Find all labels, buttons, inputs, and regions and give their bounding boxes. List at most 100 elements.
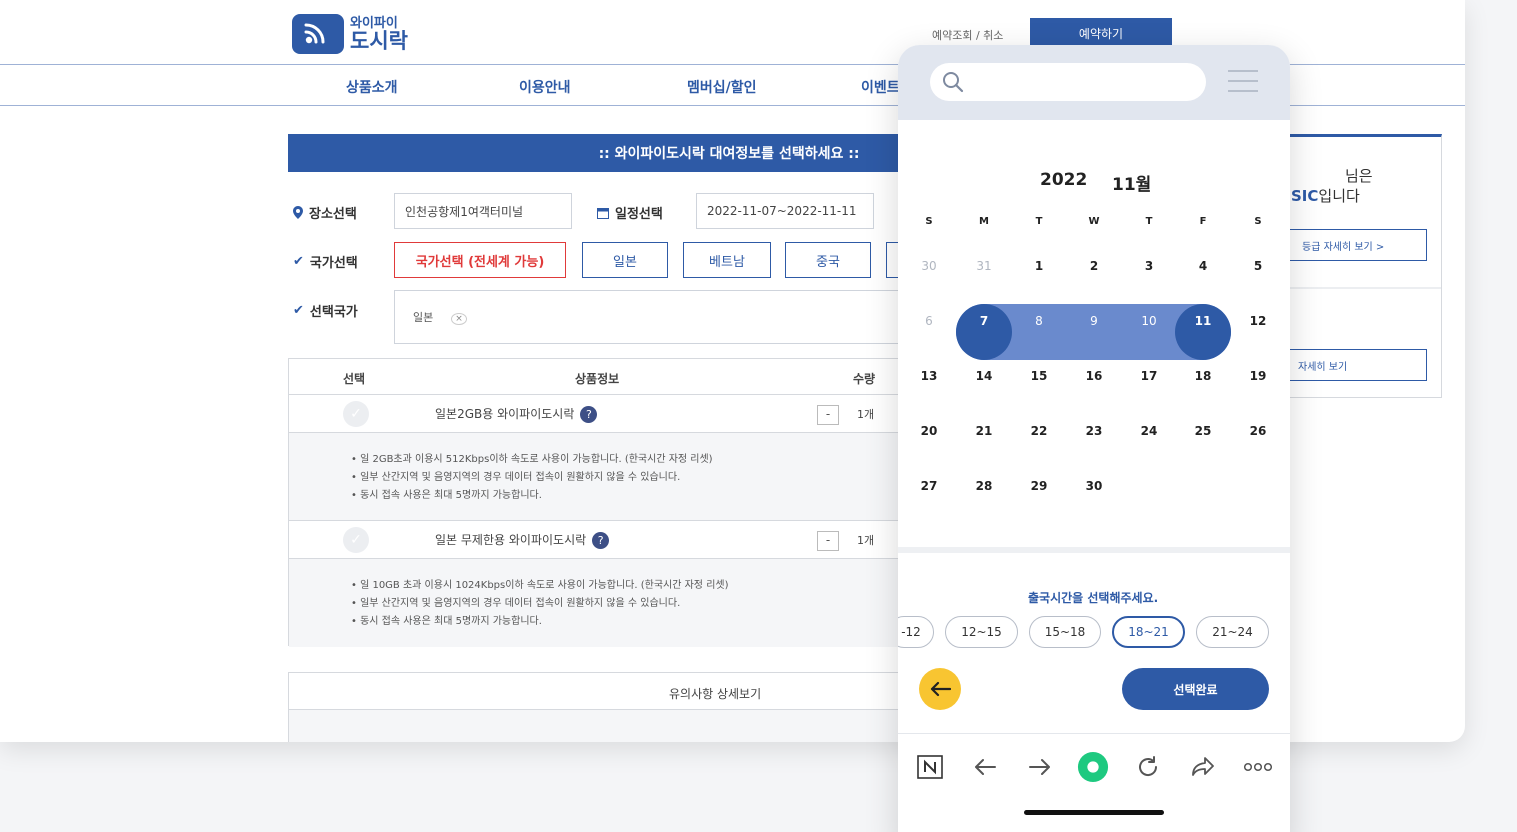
country-button-japan[interactable]: 일본 (582, 242, 668, 278)
naver-icon[interactable] (914, 751, 946, 783)
back-icon[interactable] (969, 751, 1001, 783)
description-line: • 동시 접속 사용은 최대 5명까지 가능합니다. (351, 490, 542, 501)
back-arrow-button[interactable] (919, 668, 961, 710)
share-icon[interactable] (1187, 751, 1219, 783)
search-icon (943, 72, 964, 93)
product-description: • 일 10GB 초과 이용시 1024Kbps이하 속도로 사용이 가능합니다… (289, 559, 901, 647)
logo-text-line1: 와이파이 (350, 15, 398, 31)
member-panel: 님은 SIC입니다 등급 자세히 보기 > 자세히 보기 (1276, 134, 1442, 398)
country-button-worldwide[interactable]: 국가선택 (전세계 가능) (394, 242, 566, 278)
departure-time-prompt: 출국시간을 선택해주세요. (1028, 591, 1159, 605)
selected-country-label: 선택국가 (309, 305, 358, 320)
calendar-day[interactable]: 1 (1019, 254, 1059, 278)
calendar-day[interactable]: 13 (909, 364, 949, 388)
calendar-day[interactable]: 20 (909, 419, 949, 443)
product-name: 일본 무제한용 와이파이도시락 (435, 533, 587, 547)
time-slot[interactable]: 12~15 (945, 616, 1018, 648)
description-line: • 일부 산간지역 및 음영지역의 경우 데이터 접속이 원활하지 않을 수 있… (351, 472, 681, 483)
select-check-icon[interactable]: ✓ (343, 401, 369, 427)
home-indicator (1024, 810, 1164, 815)
calendar-day-selected[interactable]: 11 (1183, 309, 1223, 333)
date-range-field[interactable]: 2022-11-07~2022-11-11 (696, 193, 874, 229)
time-slot[interactable]: -12 (898, 616, 934, 648)
help-icon[interactable]: ? (592, 532, 610, 549)
quantity-decrease-button[interactable]: - (817, 405, 839, 425)
calendar-day[interactable]: 25 (1183, 419, 1223, 443)
calendar-day[interactable]: 16 (1074, 364, 1114, 388)
forward-icon[interactable] (1024, 751, 1056, 783)
calendar-day-selected[interactable]: 7 (964, 309, 1004, 333)
calendar-day[interactable]: 14 (964, 364, 1004, 388)
time-slot[interactable]: 15~18 (1029, 616, 1101, 648)
mobile-phone: 2022 11월 30 31 1 2 3 4 5 6 7 8 9 10 11 12 13 14 15 16 17 18… (898, 45, 1290, 832)
calendar-day[interactable]: 23 (1074, 419, 1114, 443)
select-check-icon[interactable]: ✓ (343, 527, 369, 553)
calendar-day[interactable]: 31 (964, 254, 1004, 278)
calendar-day[interactable]: 24 (1129, 419, 1169, 443)
country-button-china[interactable]: 중국 (785, 242, 871, 278)
calendar-day[interactable]: 15 (1019, 364, 1059, 388)
reserve-button[interactable]: 예약하기 (1030, 18, 1172, 48)
quantity-decrease-button[interactable]: - (817, 531, 839, 551)
calendar-day-selected[interactable]: 9 (1074, 309, 1114, 333)
weekday-label: W (1088, 216, 1100, 227)
chip-label: 일본 (413, 311, 434, 324)
description-line: • 일 2GB초과 이용시 512Kbps이하 속도로 사용이 가능합니다. (… (351, 454, 713, 465)
place-label: 장소선택 (309, 207, 357, 222)
wifi-logo-icon (292, 14, 344, 54)
calendar-day[interactable]: 28 (964, 474, 1004, 498)
place-label-group: 장소선택 (293, 203, 357, 222)
place-select[interactable]: 인천공항제1여객터미널 (394, 193, 572, 229)
member-grade: SIC입니다 (1291, 187, 1360, 205)
time-slot[interactable]: 21~24 (1196, 616, 1269, 648)
country-button-vietnam[interactable]: 베트남 (683, 242, 771, 278)
chip-remove-icon[interactable]: × (451, 313, 467, 325)
calendar-day[interactable]: 5 (1238, 254, 1278, 278)
calendar-day[interactable]: 3 (1129, 254, 1169, 278)
check-icon: ✔ (293, 254, 304, 269)
arrow-left-icon (930, 681, 951, 697)
calendar-day[interactable]: 19 (1238, 364, 1278, 388)
reservation-lookup-link[interactable]: 예약조회 / 취소 (932, 27, 1003, 43)
calendar-day-selected[interactable]: 10 (1129, 309, 1169, 333)
calendar-day[interactable]: 18 (1183, 364, 1223, 388)
calendar-day[interactable]: 2 (1074, 254, 1114, 278)
nav-item-membership[interactable]: 멤버십/할인 (687, 77, 757, 97)
site-logo[interactable]: 와이파이 도시락 (292, 14, 408, 54)
grade-detail-button[interactable]: 등급 자세히 보기 > (1283, 229, 1427, 261)
calendar-day[interactable]: 4 (1183, 254, 1223, 278)
selection-complete-button[interactable]: 선택완료 (1122, 668, 1269, 710)
calendar-day[interactable]: 12 (1238, 309, 1278, 333)
help-icon[interactable]: ? (580, 406, 598, 423)
selected-country-box: 일본 × (394, 290, 900, 344)
nav-item-event[interactable]: 이벤트 (861, 77, 900, 97)
reload-icon[interactable] (1132, 751, 1164, 783)
selected-country-label-group: ✔ 선택국가 (293, 301, 358, 320)
calendar-day[interactable]: 29 (1019, 474, 1059, 498)
hamburger-menu-icon[interactable] (1228, 70, 1258, 94)
detail-button[interactable]: 자세히 보기 (1283, 349, 1427, 381)
calendar-year: 2022 (1040, 170, 1088, 190)
calendar-day[interactable]: 26 (1238, 419, 1278, 443)
calendar-day[interactable]: 27 (909, 474, 949, 498)
nav-item-guide[interactable]: 이용안내 (519, 77, 571, 97)
nav-item-products[interactable]: 상품소개 (346, 77, 398, 97)
notice-toggle[interactable]: 유의사항 상세보기 (669, 685, 761, 702)
calendar-month[interactable]: 11월 (1112, 170, 1151, 195)
more-icon[interactable] (1242, 751, 1274, 783)
calendar-day[interactable]: 30 (1074, 474, 1114, 498)
product-table: 선택 상품정보 수량 ✓ 일본2GB용 와이파이도시락? - 1개 • 일 2G… (288, 358, 901, 647)
calendar-day[interactable]: 6 (909, 309, 949, 333)
description-line: • 동시 접속 사용은 최대 5명까지 가능합니다. (351, 616, 542, 627)
calendar-day-selected[interactable]: 8 (1019, 309, 1059, 333)
mobile-search-input[interactable] (930, 63, 1206, 101)
weekday-label: T (1145, 216, 1153, 227)
date-label: 일정선택 (615, 207, 663, 222)
quantity-value: 1개 (857, 534, 875, 547)
time-slot-selected[interactable]: 18~21 (1112, 616, 1185, 648)
calendar-day[interactable]: 17 (1129, 364, 1169, 388)
calendar-day[interactable]: 22 (1019, 419, 1059, 443)
calendar-day[interactable]: 21 (964, 419, 1004, 443)
home-icon[interactable] (1077, 751, 1109, 783)
calendar-day[interactable]: 30 (909, 254, 949, 278)
